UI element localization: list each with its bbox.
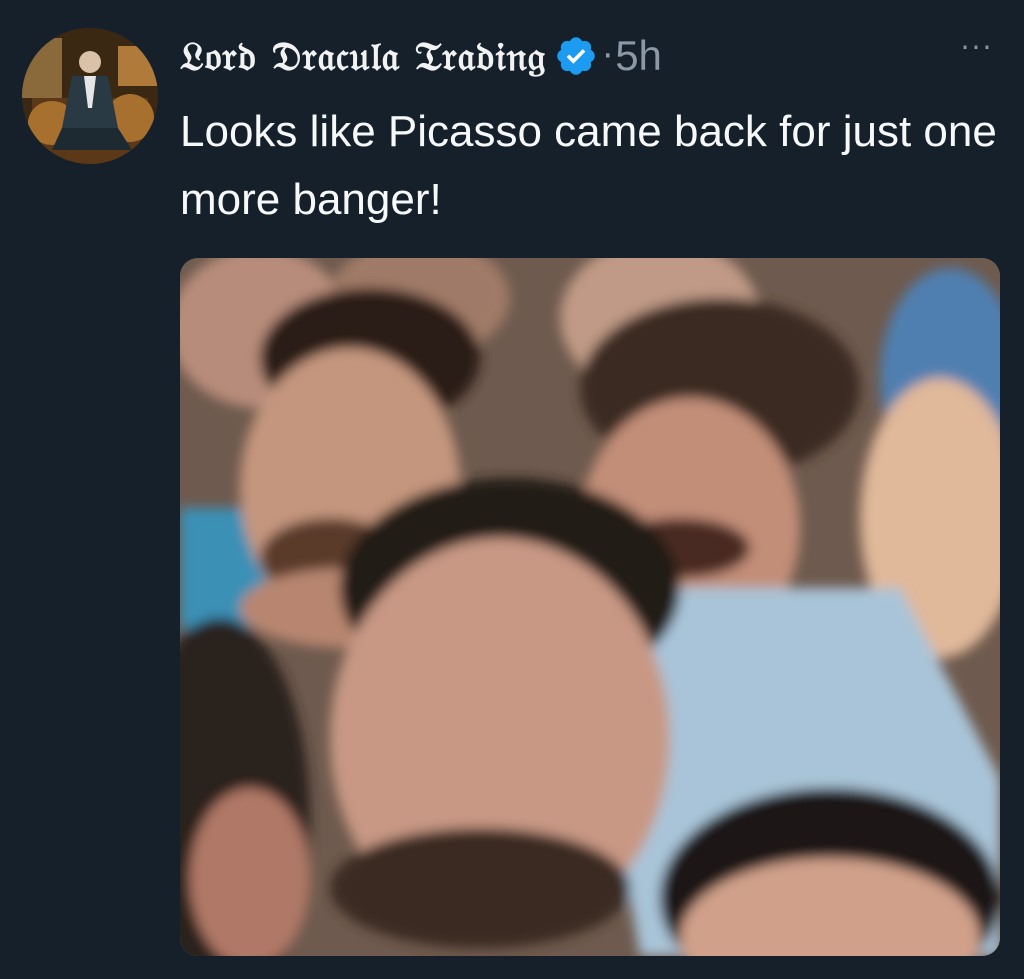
tweet[interactable]: 𝔏𝔬𝔯𝔡 𝔇𝔯𝔞𝔠𝔲𝔩𝔞 𝔗𝔯𝔞𝔡𝔦𝔫𝔤 · 5h ··· Looks like…: [0, 0, 1024, 979]
crowd-photo: [180, 258, 1000, 956]
avatar[interactable]: [22, 28, 158, 164]
display-name[interactable]: 𝔏𝔬𝔯𝔡 𝔇𝔯𝔞𝔠𝔲𝔩𝔞 𝔗𝔯𝔞𝔡𝔦𝔫𝔤: [180, 33, 546, 80]
more-options-icon[interactable]: ···: [955, 34, 999, 68]
tweet-text: Looks like Picasso came back for just on…: [180, 107, 997, 224]
tweet-media-image[interactable]: [180, 258, 1000, 956]
avatar-image: [22, 28, 158, 164]
tweet-header: 𝔏𝔬𝔯𝔡 𝔇𝔯𝔞𝔠𝔲𝔩𝔞 𝔗𝔯𝔞𝔡𝔦𝔫𝔤 · 5h: [180, 26, 662, 86]
timestamp[interactable]: 5h: [615, 32, 662, 80]
header-separator: ·: [602, 36, 614, 76]
verified-badge-icon[interactable]: [554, 34, 598, 78]
